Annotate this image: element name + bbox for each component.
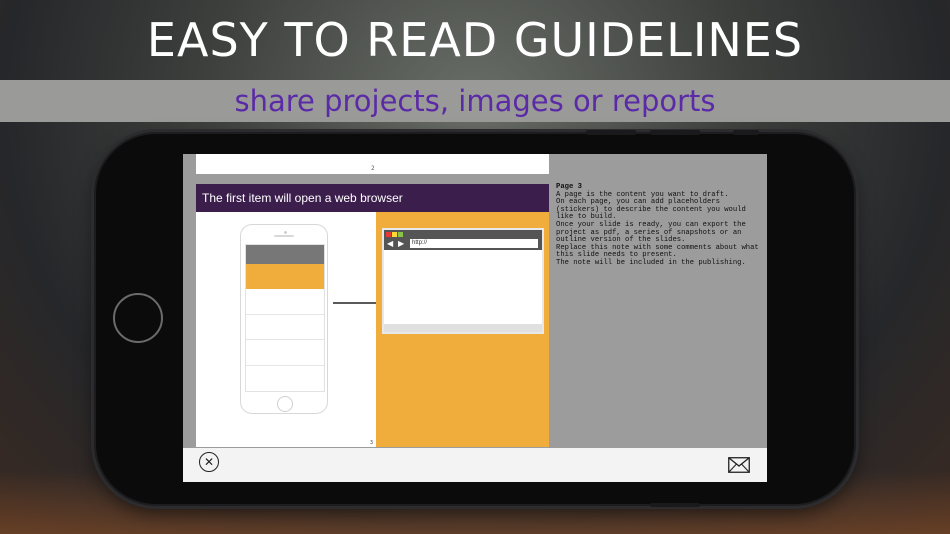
- slide-title: The first item will open a web browser: [196, 184, 549, 212]
- previous-page-number: 2: [371, 165, 375, 172]
- phone-side-button: [650, 130, 700, 135]
- slide-left-panel: [196, 212, 398, 447]
- mock-phone-illustration: [240, 224, 328, 414]
- phone-side-button: [586, 130, 636, 135]
- browser-status-bar: [384, 324, 542, 332]
- app-screen: 2 The first item will open a web browser: [183, 154, 767, 482]
- mock-camera-dot: [284, 231, 287, 234]
- mock-phone-screen: [245, 244, 325, 392]
- phone-side-button: [650, 503, 700, 507]
- slide-page-number: 3: [370, 440, 374, 446]
- notes-line: The note will be included in the publish…: [556, 258, 746, 267]
- browser-url-field: http://: [410, 239, 538, 248]
- window-maximize-dot: [398, 232, 403, 237]
- phone-side-button: [733, 130, 759, 135]
- subheadline: share projects, images or reports: [234, 84, 716, 118]
- headline: EASY TO READ GUIDELINES: [146, 13, 804, 67]
- mock-list-row: [246, 366, 324, 391]
- mock-list-row: [246, 315, 324, 340]
- forward-arrow-icon: ▶: [398, 239, 405, 248]
- mock-list-row: [246, 340, 324, 366]
- mock-header-row: [246, 245, 324, 264]
- mock-speaker: [274, 235, 294, 237]
- mock-home-button: [277, 396, 293, 412]
- close-icon[interactable]: ✕: [199, 452, 219, 472]
- window-close-dot: [386, 232, 391, 237]
- mock-list-row: [246, 289, 324, 315]
- browser-mockup: ◀ ▶ http://: [382, 228, 544, 334]
- slide-right-panel: ◀ ▶ http://: [376, 212, 549, 447]
- envelope-icon[interactable]: [728, 457, 750, 473]
- browser-toolbar: ◀ ▶ http://: [384, 230, 542, 250]
- subheadline-band: share projects, images or reports: [0, 80, 950, 122]
- phone-home-button: [113, 293, 163, 343]
- previous-page[interactable]: 2: [196, 154, 549, 174]
- bottom-toolbar: ✕: [183, 448, 767, 482]
- page-notes[interactable]: Page 3A page is the content you want to …: [556, 183, 766, 268]
- close-glyph: ✕: [203, 455, 215, 469]
- window-minimize-dot: [392, 232, 397, 237]
- back-arrow-icon: ◀: [387, 239, 394, 248]
- slide-page[interactable]: The first item will open a web browser ◀…: [196, 184, 549, 447]
- mock-highlighted-row: [246, 264, 324, 289]
